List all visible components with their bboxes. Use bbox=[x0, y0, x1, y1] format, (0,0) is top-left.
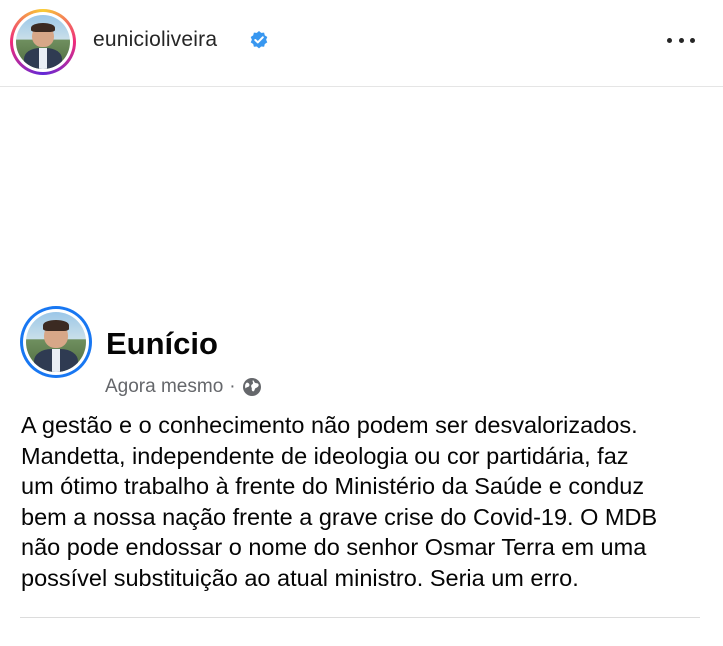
author-avatar[interactable] bbox=[20, 306, 92, 378]
author-name[interactable]: Eunício bbox=[106, 326, 218, 362]
avatar-photo bbox=[16, 15, 70, 69]
post-body-text: A gestão e o conhecimento não podem ser … bbox=[21, 412, 658, 591]
username-link[interactable]: eunicioliveira bbox=[93, 28, 217, 52]
meta-separator: · bbox=[229, 376, 236, 397]
avatar-frame bbox=[23, 309, 89, 375]
post-meta: Agora mesmo · bbox=[105, 376, 262, 398]
divider bbox=[20, 617, 700, 618]
verified-badge-icon bbox=[250, 31, 268, 49]
avatar-frame bbox=[13, 12, 73, 72]
more-options-button[interactable] bbox=[667, 30, 695, 50]
avatar-photo bbox=[26, 312, 86, 372]
timestamp[interactable]: Agora mesmo bbox=[105, 376, 223, 398]
post-header: eunicioliveira bbox=[0, 0, 723, 87]
profile-avatar[interactable] bbox=[10, 9, 76, 75]
globe-icon bbox=[242, 378, 261, 396]
more-horizontal-icon bbox=[667, 37, 672, 43]
